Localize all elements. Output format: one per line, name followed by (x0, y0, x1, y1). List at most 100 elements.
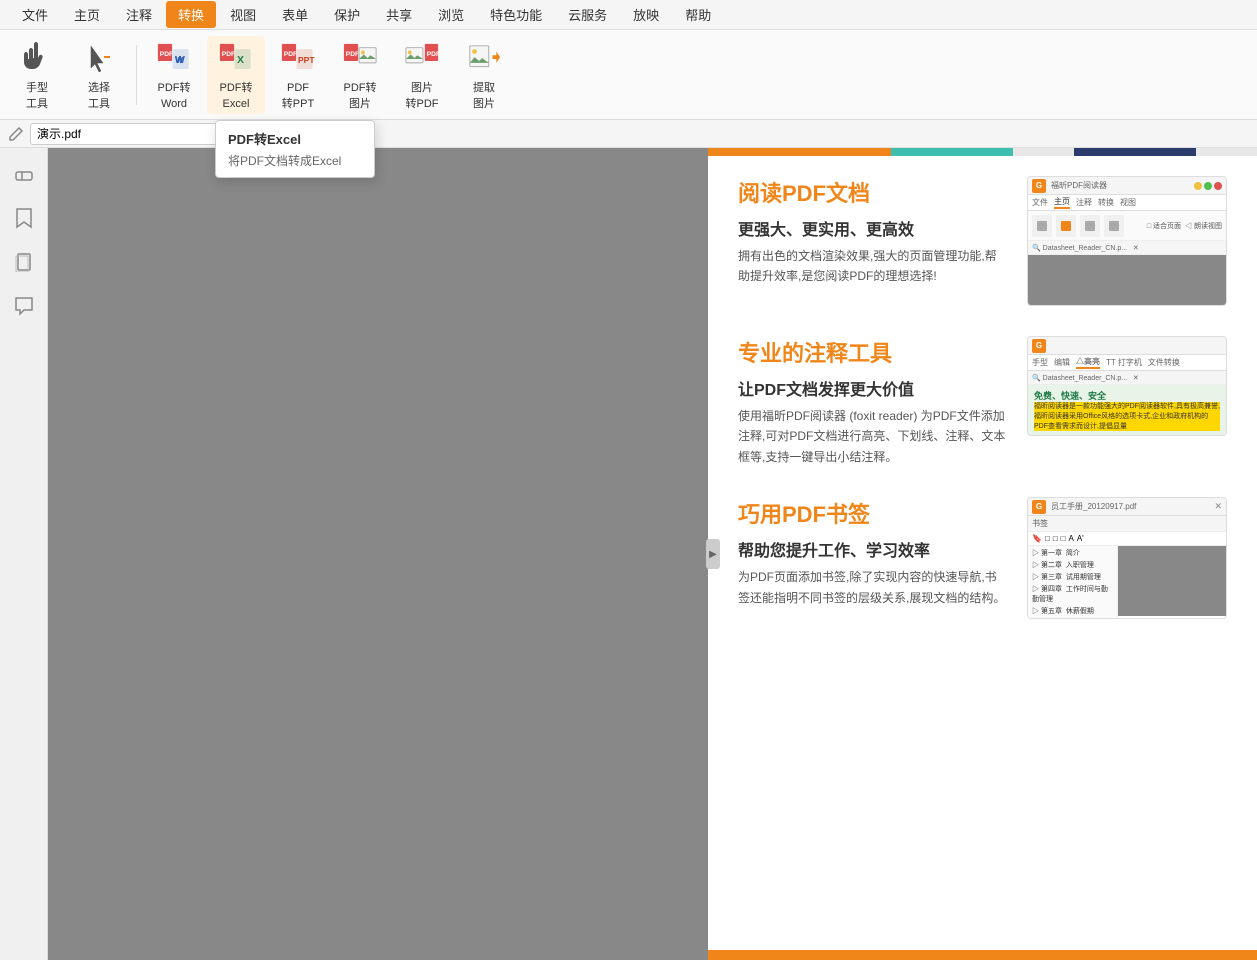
section-read-body: 拥有出色的文档渲染效果,强大的页面管理功能,帮助提升效率,是您阅读PDF的理想选… (738, 246, 1007, 287)
menu-features[interactable]: 特色功能 (478, 1, 554, 28)
image-to-pdf-label1: 图片 (411, 82, 433, 95)
mini-app-2-logo: G (1032, 339, 1046, 353)
svg-text:PPT: PPT (298, 55, 315, 65)
menu-slideshow[interactable]: 放映 (621, 1, 671, 28)
pdf-section-bookmark: 巧用PDF书签 帮助您提升工作、学习效率 为PDF页面添加书签,除了实现内容的快… (738, 497, 1227, 619)
select-tool-button[interactable]: 选择 工具 (70, 36, 128, 114)
mini-app-1-addr: 🔍 Datasheet_Reader_CN.p... ✕ (1028, 241, 1226, 255)
pdf-to-ppt-label2: 转PPT (282, 98, 314, 111)
pdf-to-word-icon: PDF W W (156, 40, 192, 80)
mini-app-1-logo: G (1032, 179, 1046, 193)
bottom-orange-strip (708, 950, 1257, 960)
pdf-to-ppt-label1: PDF (287, 82, 309, 95)
mini-app-3-toolbar2: 🔖□□□AA' (1028, 532, 1226, 546)
menu-annotation[interactable]: 注释 (114, 1, 164, 28)
svg-text:PDF: PDF (346, 52, 359, 59)
hand-tool-label1: 手型 (26, 82, 48, 95)
pdf-section-read: 阅读PDF文档 更强大、更实用、更高效 拥有出色的文档渲染效果,强大的页面管理功… (738, 176, 1227, 306)
pdf-content: 阅读PDF文档 更强大、更实用、更高效 拥有出色的文档渲染效果,强大的页面管理功… (708, 156, 1257, 960)
select-tool-label2: 工具 (88, 98, 110, 111)
select-tool-label1: 选择 (88, 82, 110, 95)
menu-file[interactable]: 文件 (10, 1, 60, 28)
mini-app-1-content (1028, 255, 1226, 305)
hand-icon (19, 40, 55, 80)
pdf-to-ppt-icon: PDF PPT (280, 40, 316, 80)
mini-app-3-bookmarks-label: 书签 (1028, 516, 1226, 532)
mini-app-2-header: G (1028, 337, 1226, 355)
menu-share[interactable]: 共享 (374, 1, 424, 28)
section-annotation-subtitle: 让PDF文档发挥更大价值 (738, 376, 1007, 400)
pdf-to-image-button[interactable]: PDF PDF转 图片 (331, 36, 389, 114)
sidebar-pages-icon[interactable] (6, 244, 42, 280)
sidebar-bookmark-icon[interactable] (6, 200, 42, 236)
extract-image-label2: 图片 (473, 98, 495, 111)
section-annotation-img: G 手型 编辑 △高亮 TT 打字机 文件转换 🔍 Datasheet_Read… (1027, 336, 1227, 467)
pdf-to-word-label2: Word (161, 98, 187, 111)
image-to-pdf-label2: 转PDF (406, 98, 439, 111)
section-bookmark-img: G 员工手册_20120917.pdf ✕ 书签 🔖□□□AA' ▷ 第一章 简… (1027, 497, 1227, 619)
section-bookmark-title: 巧用PDF书签 (738, 497, 1007, 529)
pdf-to-image-icon: PDF (342, 40, 378, 80)
menu-protect[interactable]: 保护 (322, 1, 372, 28)
menu-view[interactable]: 视图 (218, 1, 268, 28)
svg-text:PDF: PDF (284, 52, 297, 59)
image-to-pdf-button[interactable]: PDF 图片 转PDF (393, 36, 451, 114)
dropdown-desc: 将PDF文档转成Excel (216, 152, 374, 177)
color-bar-teal (891, 148, 1013, 156)
color-bar-navy (1074, 148, 1196, 156)
pdf-to-excel-icon: PDF X (218, 40, 254, 80)
pdf-to-image-label1: PDF转 (344, 82, 377, 95)
svg-text:W: W (175, 55, 185, 66)
dropdown-tooltip: PDF转Excel 将PDF文档转成Excel (215, 120, 375, 178)
right-panel: 阅读PDF文档 更强大、更实用、更高效 拥有出色的文档渲染效果,强大的页面管理功… (708, 148, 1257, 960)
mini-app-3-preview (1118, 546, 1226, 616)
mini-app-3-content: ▷ 第一章 简介 ▷ 第二章 入职管理 ▷ 第三章 试用期管理 ▷ 第四章 工作… (1028, 546, 1226, 618)
pdf-to-excel-label1: PDF转 (220, 82, 253, 95)
menu-convert[interactable]: 转换 (166, 1, 216, 28)
collapse-button[interactable]: ▶ (706, 539, 720, 569)
hand-tool-button[interactable]: 手型 工具 (8, 36, 66, 114)
mini-app-2: G 手型 编辑 △高亮 TT 打字机 文件转换 🔍 Datasheet_Read… (1027, 336, 1227, 436)
menu-form[interactable]: 表单 (270, 1, 320, 28)
hand-tool-label2: 工具 (26, 98, 48, 111)
section-read-img: G 福昕PDF阅读器 文件 主页 注释 转换 (1027, 176, 1227, 306)
mini-app-3: G 员工手册_20120917.pdf ✕ 书签 🔖□□□AA' ▷ 第一章 简… (1027, 497, 1227, 619)
dropdown-title: PDF转Excel (216, 121, 374, 152)
sidebar-eraser-icon[interactable] (6, 156, 42, 192)
pdf-to-image-label2: 图片 (349, 98, 371, 111)
left-panel: ▶ (48, 148, 708, 960)
pdf-to-word-label1: PDF转 (158, 82, 191, 95)
mini-app-3-tree: ▷ 第一章 简介 ▷ 第二章 入职管理 ▷ 第三章 试用期管理 ▷ 第四章 工作… (1028, 546, 1118, 618)
color-bar-light2 (1196, 148, 1257, 156)
collapse-arrow-icon: ▶ (709, 549, 717, 560)
menu-home[interactable]: 主页 (62, 1, 112, 28)
pdf-to-word-button[interactable]: PDF W W PDF转 Word (145, 36, 203, 114)
color-bar (708, 148, 1257, 156)
menubar: 文件 主页 注释 转换 视图 表单 保护 共享 浏览 特色功能 云服务 放映 帮… (0, 0, 1257, 30)
mini-app-3-header: G 员工手册_20120917.pdf ✕ (1028, 498, 1226, 516)
svg-text:PDF: PDF (160, 52, 173, 59)
main-content: ▶ 阅读PDF文档 更强大、更实用、更高效 拥有出色的文档渲染效果,强大的页面管… (48, 148, 1257, 960)
menu-cloud[interactable]: 云服务 (556, 1, 619, 28)
address-bar (0, 120, 1257, 148)
menu-help[interactable]: 帮助 (673, 1, 723, 28)
extract-image-label1: 提取 (473, 82, 495, 95)
toolbar-separator-1 (136, 45, 137, 105)
color-bar-orange (708, 148, 891, 156)
sidebar-comment-icon[interactable] (6, 288, 42, 324)
pdf-to-excel-button[interactable]: PDF X PDF转 Excel (207, 36, 265, 114)
image-to-pdf-icon: PDF (404, 40, 440, 80)
pdf-to-excel-label2: Excel (223, 98, 250, 111)
section-bookmark-body: 为PDF页面添加书签,除了实现内容的快速导航,书签还能指明不同书签的层级关系,展… (738, 567, 1007, 608)
svg-text:PDF: PDF (222, 52, 235, 59)
menu-browse[interactable]: 浏览 (426, 1, 476, 28)
left-sidebar (0, 148, 48, 960)
extract-image-button[interactable]: 提取 图片 (455, 36, 513, 114)
mini-app-1-tabbar: 文件 主页 注释 转换 视图 (1028, 195, 1226, 211)
color-bar-light (1013, 148, 1074, 156)
section-annotation-title: 专业的注释工具 (738, 336, 1007, 368)
mini-app-2-addr: 🔍 Datasheet_Reader_CN.p... ✕ (1028, 371, 1226, 385)
pdf-to-ppt-button[interactable]: PDF PPT PDF 转PPT (269, 36, 327, 114)
section-read-text: 阅读PDF文档 更强大、更实用、更高效 拥有出色的文档渲染效果,强大的页面管理功… (738, 176, 1007, 306)
extract-image-icon (466, 40, 502, 80)
